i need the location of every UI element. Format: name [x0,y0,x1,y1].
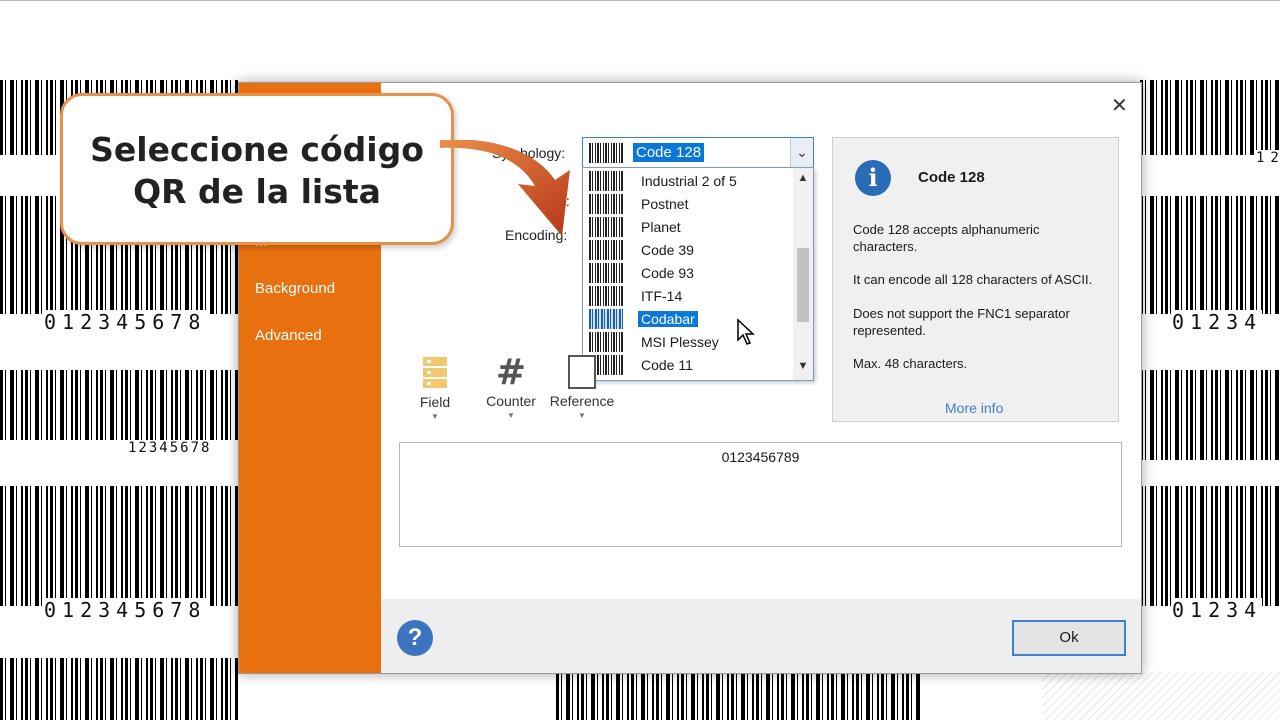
barcode-icon [589,217,623,237]
info-text: Does not support the FNC1 separator repr… [853,306,1070,338]
barcode-graphic [1140,370,1280,460]
list-item-label: Code 11 [641,357,693,373]
barcode-text-input[interactable]: 0123456789 [399,442,1122,547]
symbology-value: Code 128 [633,143,705,162]
reference-label: Reference [549,393,615,409]
list-item-label: Codabar [638,311,698,327]
label-sheet-top [0,0,1280,79]
list-item-label: ITF-14 [641,288,683,304]
list-item[interactable]: Code 39 [587,239,791,261]
barcode-icon [589,309,623,329]
more-info-link[interactable]: More info [945,400,1003,416]
list-item-label: Industrial 2 of 5 [641,173,737,189]
reference-icon [568,355,596,389]
list-item-label: Postnet [641,196,689,212]
callout-line-2: QR de la lista [133,172,381,211]
list-item-label: Code 93 [641,265,694,281]
barcode-graphic [1140,486,1280,606]
barcode-graphic [0,486,238,606]
scrollbar-thumb[interactable] [797,248,809,322]
dropdown-scrollbar[interactable]: ▲ ▼ [793,168,813,380]
field-icon [423,357,447,388]
list-item[interactable]: Industrial 2 of 5 [587,170,791,192]
barcode-text-value: 0123456789 [721,449,800,465]
field-label: Field [419,394,451,410]
barcode-graphic [0,370,238,440]
barcode-number: 01234 [1172,598,1263,622]
barcode-number: 012345678 [44,310,207,334]
info-text: It can encode all 128 characters of ASCI… [853,272,1093,287]
caret-down-icon: ▼ [507,411,515,420]
scroll-up-icon[interactable]: ▲ [793,172,813,184]
barcode-number: 01234 [1172,310,1263,334]
code128-barcode-icon [589,143,623,163]
caret-down-icon: ▼ [578,411,586,420]
barcode-graphic [556,672,920,720]
barcode-number: 12345678 [128,440,212,456]
list-item-label: MSI Plessey [641,334,719,350]
sidebar-item-background[interactable]: Background [255,280,335,297]
info-icon: i [855,160,891,196]
barcode-graphic [1140,196,1280,314]
field-button[interactable]: Field ▼ [415,355,455,421]
symbology-select[interactable]: Code 128 ⌄ [582,137,814,169]
symbology-dropdown-list[interactable]: Industrial 2 of 5 Postnet Planet Code 39… [582,167,814,381]
list-item[interactable]: ITF-14 [587,285,791,307]
caret-down-icon: ▼ [431,412,439,421]
close-icon[interactable]: ✕ [1111,93,1128,118]
mouse-cursor-icon [737,318,755,345]
chevron-down-icon[interactable]: ⌄ [790,138,813,168]
barcode-graphic [1140,80,1280,155]
barcode-icon [589,263,623,283]
list-item-label: Planet [641,219,681,235]
barcode-icon [589,286,623,306]
barcode-graphic [0,658,238,720]
barcode-number: 12 [1256,150,1280,166]
counter-label: Counter [486,393,536,409]
reference-button[interactable]: Reference ▼ [545,355,619,420]
info-title: Code 128 [918,169,985,186]
list-item-label: Code 39 [641,242,694,258]
help-icon[interactable]: ? [397,620,433,656]
list-item[interactable]: Planet [587,216,791,238]
list-item-selected[interactable]: Codabar [587,308,791,330]
list-item[interactable]: MSI Plessey [587,331,791,353]
list-item[interactable]: Code 93 [587,262,791,284]
hash-icon: # [495,352,527,393]
list-item[interactable]: Postnet [587,193,791,215]
info-text: Max. 48 characters. [853,356,968,371]
scroll-down-icon[interactable]: ▼ [793,360,813,372]
callout-arrow [440,140,570,236]
barcode-icon [589,171,623,191]
hatched-area [1042,672,1280,720]
symbology-info-panel: i Code 128 Code 128 accepts alphanumeric… [832,137,1119,422]
ok-button[interactable]: Ok [1012,620,1126,656]
sidebar-item-advanced[interactable]: Advanced [255,327,322,344]
barcode-icon [589,240,623,260]
barcode-number: 012345678 [44,598,207,622]
barcode-icon [589,194,623,214]
barcode-icon [589,332,623,352]
callout-line-1: Seleccione código [90,130,424,169]
counter-button[interactable]: # Counter ▼ [481,352,541,421]
info-text: Code 128 accepts alphanumeric characters… [853,222,1040,254]
tutorial-callout: Seleccione código QR de la lista [60,93,454,245]
